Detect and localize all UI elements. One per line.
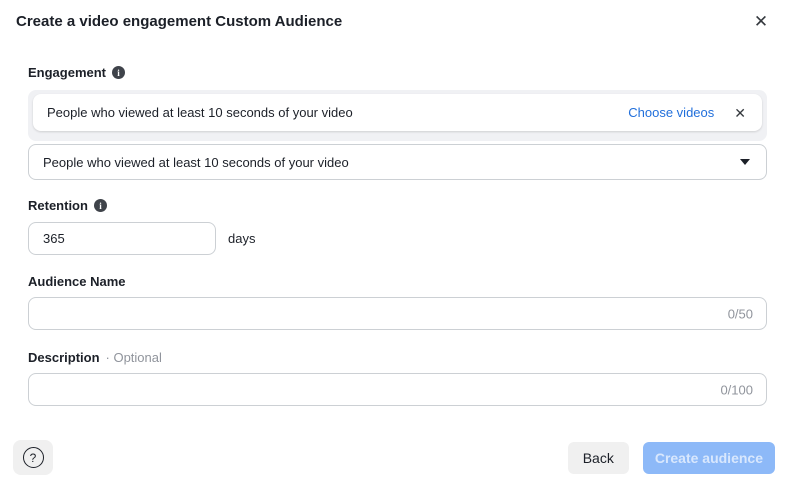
info-icon[interactable]: i xyxy=(112,66,126,79)
dialog-content: Engagement i People who viewed at least … xyxy=(28,65,767,406)
question-mark-icon: ? xyxy=(22,447,44,468)
audience-name-input-wrap: 0/50 xyxy=(28,297,767,330)
remove-engagement-button[interactable]: ✕ xyxy=(732,106,748,120)
engagement-dropdown-value: People who viewed at least 10 seconds of… xyxy=(43,154,349,170)
description-label: Description xyxy=(28,350,100,365)
audience-name-label: Audience Name xyxy=(28,274,126,289)
retention-label: Retention xyxy=(28,198,88,213)
chevron-down-icon xyxy=(740,159,750,165)
audience-name-label-row: Audience Name xyxy=(28,274,767,289)
engagement-card-text: People who viewed at least 10 seconds of… xyxy=(47,105,353,120)
description-input[interactable] xyxy=(28,373,767,406)
page-title: Create a video engagement Custom Audienc… xyxy=(16,13,343,30)
description-input-wrap: 0/100 xyxy=(28,373,767,406)
back-button[interactable]: Back xyxy=(567,441,629,474)
create-audience-dialog: Create a video engagement Custom Audienc… xyxy=(0,0,795,482)
info-icon[interactable]: i xyxy=(93,199,107,212)
description-optional-label: · Optional xyxy=(105,350,162,365)
dialog-footer: ? Back Create audience xyxy=(13,440,775,475)
selected-engagement-card: People who viewed at least 10 seconds of… xyxy=(33,94,762,131)
help-button[interactable]: ? xyxy=(13,440,53,475)
remove-icon: ✕ xyxy=(734,104,746,121)
audience-name-input[interactable] xyxy=(28,297,767,330)
engagement-dropdown[interactable]: People who viewed at least 10 seconds of… xyxy=(28,144,767,180)
retention-row: days xyxy=(28,222,767,255)
engagement-label-row: Engagement i xyxy=(28,65,767,80)
retention-label-row: Retention i xyxy=(28,198,767,213)
engagement-label: Engagement xyxy=(28,65,107,80)
retention-input[interactable] xyxy=(28,222,216,255)
retention-unit-label: days xyxy=(228,231,256,246)
close-button[interactable]: ✕ xyxy=(749,10,773,34)
description-label-row: Description · Optional xyxy=(28,350,767,365)
create-audience-button[interactable]: Create audience xyxy=(642,441,775,474)
close-icon: ✕ xyxy=(753,12,769,31)
footer-actions: Back Create audience xyxy=(567,441,775,474)
choose-videos-link[interactable]: Choose videos xyxy=(628,105,714,120)
selected-engagement-container: People who viewed at least 10 seconds of… xyxy=(28,90,767,141)
